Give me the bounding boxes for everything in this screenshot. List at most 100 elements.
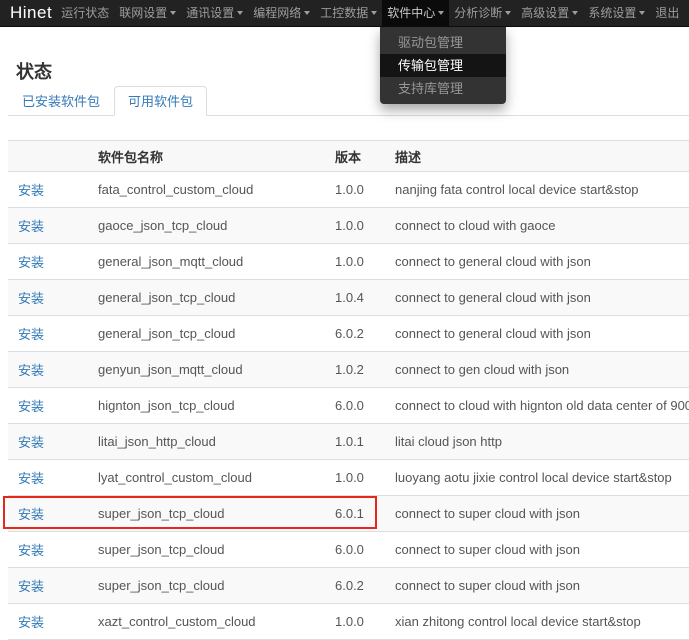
package-name-cell: super_json_tcp_cloud (88, 568, 325, 604)
install-link[interactable]: 安装 (18, 471, 44, 486)
install-link[interactable]: 安装 (18, 363, 44, 378)
caret-down-icon (639, 11, 645, 15)
package-version-cell: 1.0.0 (325, 244, 385, 280)
package-table: 软件包名称 版本 描述 安装 fata_control_custom_cloud… (8, 140, 689, 640)
package-version-cell: 6.0.0 (325, 388, 385, 424)
nav-item-5[interactable]: 工控数据 (315, 0, 382, 26)
caret-down-icon (438, 11, 444, 15)
install-link[interactable]: 安装 (18, 507, 44, 522)
tab-1[interactable]: 已安装软件包 (8, 86, 114, 116)
package-version-cell: 1.0.4 (325, 280, 385, 316)
table-header-row: 软件包名称 版本 描述 (8, 141, 689, 172)
column-header-name: 软件包名称 (88, 141, 325, 172)
package-name-cell: general_json_mqtt_cloud (88, 244, 325, 280)
package-version-cell: 1.0.0 (325, 208, 385, 244)
nav-item-10[interactable]: 退出 (650, 0, 684, 26)
install-link[interactable]: 安装 (18, 219, 44, 234)
install-link[interactable]: 安装 (18, 615, 44, 630)
package-version-cell: 1.0.0 (325, 460, 385, 496)
package-name-cell: super_json_tcp_cloud (88, 496, 325, 532)
package-name-cell: fata_control_custom_cloud (88, 172, 325, 208)
package-name-cell: genyun_json_mqtt_cloud (88, 352, 325, 388)
dropdown-item-3[interactable]: 支持库管理 (380, 77, 506, 100)
package-name-cell: gaoce_json_tcp_cloud (88, 208, 325, 244)
column-header-description: 描述 (385, 141, 689, 172)
package-name-cell: lyat_control_custom_cloud (88, 460, 325, 496)
install-link[interactable]: 安装 (18, 183, 44, 198)
package-description-cell: luoyang aotu jixie control local device … (385, 460, 689, 496)
nav-item-4[interactable]: 编程网络 (248, 0, 315, 26)
table-row: 安装 general_json_mqtt_cloud 1.0.0 connect… (8, 244, 689, 280)
nav-item-label: 编程网络 (253, 0, 301, 26)
table-row: 安装 fata_control_custom_cloud 1.0.0 nanji… (8, 172, 689, 208)
main-nav: 运行状态 联网设置 通讯设置 编程网络 工控数据 软件中心 分析诊断 高级设置 … (56, 0, 684, 26)
table-row: 安装 super_json_tcp_cloud 6.0.0 connect to… (8, 532, 689, 568)
nav-item-label: 运行状态 (61, 0, 109, 26)
nav-item-9[interactable]: 系统设置 (583, 0, 650, 26)
package-description-cell: xian zhitong control local device start&… (385, 604, 689, 640)
column-header-action (8, 141, 88, 172)
package-description-cell: litai cloud json http (385, 424, 689, 460)
package-description-cell: connect to general cloud with json (385, 280, 689, 316)
nav-item-label: 工控数据 (320, 0, 368, 26)
table-row: 安装 litai_json_http_cloud 1.0.1 litai clo… (8, 424, 689, 460)
package-version-cell: 1.0.2 (325, 352, 385, 388)
package-description-cell: nanjing fata control local device start&… (385, 172, 689, 208)
nav-item-3[interactable]: 通讯设置 (181, 0, 248, 26)
brand-logo[interactable]: Hinet (10, 0, 52, 26)
package-description-cell: connect to super cloud with json (385, 532, 689, 568)
package-description-cell: connect to super cloud with json (385, 568, 689, 604)
package-description-cell: connect to general cloud with json (385, 244, 689, 280)
package-version-cell: 6.0.2 (325, 316, 385, 352)
install-link[interactable]: 安装 (18, 435, 44, 450)
software-center-dropdown: 驱动包管理 传输包管理 支持库管理 (380, 27, 506, 104)
table-row: 安装 hignton_json_tcp_cloud 6.0.0 connect … (8, 388, 689, 424)
table-row: 安装 genyun_json_mqtt_cloud 1.0.2 connect … (8, 352, 689, 388)
nav-item-label: 软件中心 (387, 0, 435, 26)
tab-bar: 已安装软件包 可用软件包 (8, 86, 689, 116)
install-link[interactable]: 安装 (18, 327, 44, 342)
install-link[interactable]: 安装 (18, 291, 44, 306)
caret-down-icon (304, 11, 310, 15)
nav-item-8[interactable]: 高级设置 (516, 0, 583, 26)
package-version-cell: 6.0.2 (325, 568, 385, 604)
package-description-cell: connect to cloud with gaoce (385, 208, 689, 244)
nav-item-2[interactable]: 联网设置 (114, 0, 181, 26)
tab-2[interactable]: 可用软件包 (114, 86, 207, 116)
package-name-cell: super_json_tcp_cloud (88, 532, 325, 568)
package-name-cell: litai_json_http_cloud (88, 424, 325, 460)
table-row: 安装 general_json_tcp_cloud 1.0.4 connect … (8, 280, 689, 316)
package-description-cell: connect to gen cloud with json (385, 352, 689, 388)
table-row: 安装 super_json_tcp_cloud 6.0.2 connect to… (8, 568, 689, 604)
caret-down-icon (505, 11, 511, 15)
nav-item-label: 通讯设置 (186, 0, 234, 26)
dropdown-item-1[interactable]: 驱动包管理 (380, 31, 506, 54)
install-link[interactable]: 安装 (18, 579, 44, 594)
nav-item-label: 退出 (655, 0, 679, 26)
package-description-cell: connect to general cloud with json (385, 316, 689, 352)
install-link[interactable]: 安装 (18, 399, 44, 414)
install-link[interactable]: 安装 (18, 543, 44, 558)
nav-item-6[interactable]: 软件中心 (382, 0, 449, 26)
table-row: 安装 gaoce_json_tcp_cloud 1.0.0 connect to… (8, 208, 689, 244)
page-title: 状态 (16, 61, 689, 83)
dropdown-item-2[interactable]: 传输包管理 (380, 54, 506, 77)
package-version-cell: 6.0.1 (325, 496, 385, 532)
table-row: 安装 super_json_tcp_cloud 6.0.1 connect to… (8, 496, 689, 532)
table-row: 安装 general_json_tcp_cloud 6.0.2 connect … (8, 316, 689, 352)
caret-down-icon (237, 11, 243, 15)
caret-down-icon (572, 11, 578, 15)
install-link[interactable]: 安装 (18, 255, 44, 270)
nav-item-label: 系统设置 (588, 0, 636, 26)
package-version-cell: 1.0.0 (325, 604, 385, 640)
package-version-cell: 1.0.0 (325, 172, 385, 208)
caret-down-icon (371, 11, 377, 15)
nav-item-label: 分析诊断 (454, 0, 502, 26)
table-row: 安装 lyat_control_custom_cloud 1.0.0 luoya… (8, 460, 689, 496)
nav-item-7[interactable]: 分析诊断 (449, 0, 516, 26)
table-row: 安装 xazt_control_custom_cloud 1.0.0 xian … (8, 604, 689, 640)
package-version-cell: 6.0.0 (325, 532, 385, 568)
nav-item-1[interactable]: 运行状态 (56, 0, 114, 26)
column-header-version: 版本 (325, 141, 385, 172)
nav-item-label: 联网设置 (119, 0, 167, 26)
